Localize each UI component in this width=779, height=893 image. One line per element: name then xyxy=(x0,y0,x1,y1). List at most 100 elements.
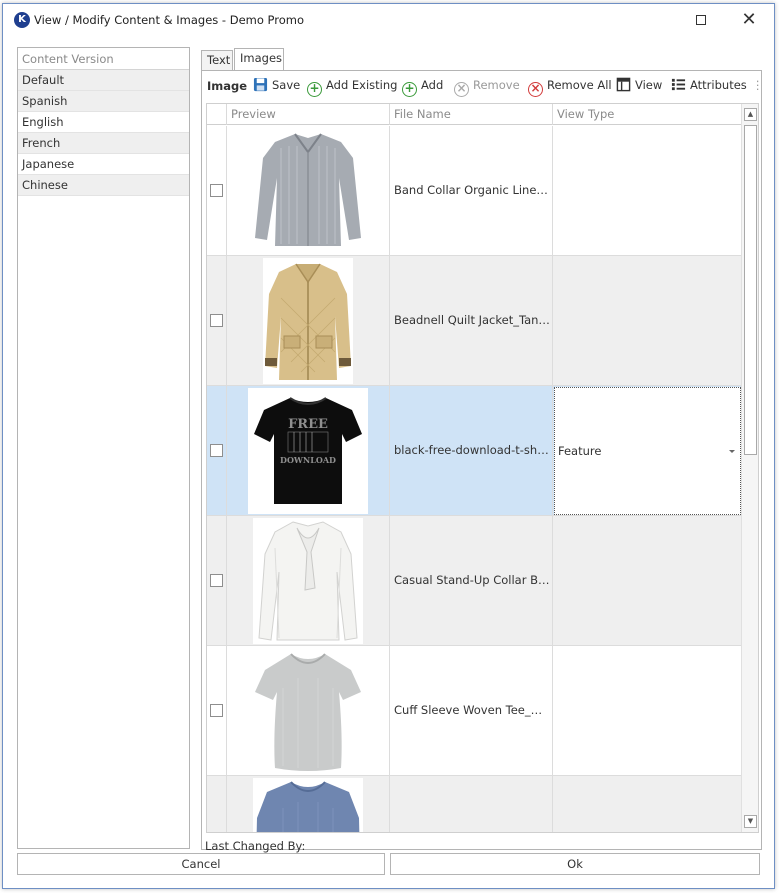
grey-woven-tee-image xyxy=(253,648,363,774)
dialog-window: K View / Modify Content & Images - Demo … xyxy=(2,3,775,889)
tan-quilt-jacket-image xyxy=(263,258,353,384)
column-view-type[interactable]: View Type xyxy=(553,104,742,125)
file-name-text: black-free-download-t-shirts- xyxy=(394,443,550,457)
row-checkbox[interactable] xyxy=(210,184,223,197)
images-grid: Preview File Name View Type Band Collar … xyxy=(206,103,759,833)
grey-linen-blouse-image xyxy=(249,128,367,254)
file-name-cell xyxy=(390,776,553,832)
content-version-item[interactable]: Spanish xyxy=(18,91,189,112)
table-row[interactable]: Beadnell Quilt Jacket_Tan.JPG xyxy=(207,256,742,386)
tshirt-print-free: FREE xyxy=(288,417,328,432)
select-cell xyxy=(207,256,227,386)
add-existing-button[interactable]: + Add Existing xyxy=(307,77,398,97)
table-row[interactable]: Cuff Sleeve Woven Tee_Graphite xyxy=(207,646,742,776)
select-cell xyxy=(207,516,227,646)
add-existing-label: Add Existing xyxy=(326,78,398,92)
list-icon xyxy=(671,78,686,91)
maximize-button[interactable] xyxy=(689,10,713,30)
content-version-item[interactable]: English xyxy=(18,112,189,133)
column-file-name[interactable]: File Name xyxy=(390,104,553,125)
toolbar-overflow-icon[interactable]: ⋮ xyxy=(752,77,764,95)
select-cell xyxy=(207,126,227,256)
toolbar-title: Image xyxy=(207,79,248,93)
view-type-value: Feature xyxy=(558,444,602,458)
remove-all-circle-icon: × xyxy=(528,82,543,97)
file-name-cell: Band Collar Organic Linen Blouse xyxy=(390,126,553,256)
file-name-text: Casual Stand-Up Collar Blouse xyxy=(394,573,550,587)
blue-long-sleeve-tee-image xyxy=(253,778,363,832)
close-button[interactable]: ✕ xyxy=(737,10,761,30)
attributes-button[interactable]: Attributes xyxy=(671,77,747,95)
plus-circle-icon: + xyxy=(307,82,322,97)
view-type-cell[interactable] xyxy=(553,646,742,776)
remove-button[interactable]: × Remove xyxy=(454,77,520,97)
table-row[interactable]: Casual Stand-Up Collar Blouse xyxy=(207,516,742,646)
maximize-icon xyxy=(696,15,706,25)
view-type-dropdown[interactable]: Feature xyxy=(554,387,741,515)
preview-cell xyxy=(227,256,390,386)
table-row-selected[interactable]: FREE DOWNLOAD black-free-download-t-shir… xyxy=(207,386,742,516)
remove-circle-icon: × xyxy=(454,82,469,97)
plus-circle-icon: + xyxy=(402,82,417,97)
app-logo-icon: K xyxy=(14,12,30,28)
column-preview[interactable]: Preview xyxy=(227,104,390,125)
add-label: Add xyxy=(421,78,444,92)
row-checkbox[interactable] xyxy=(210,574,223,587)
remove-all-button[interactable]: × Remove All xyxy=(528,77,612,97)
view-label: View xyxy=(635,78,663,92)
preview-cell xyxy=(227,646,390,776)
content-version-item[interactable]: French xyxy=(18,133,189,154)
row-checkbox[interactable] xyxy=(210,704,223,717)
view-type-cell[interactable] xyxy=(553,126,742,256)
select-cell xyxy=(207,386,227,516)
scrollbar-thumb[interactable] xyxy=(744,125,757,455)
view-type-cell[interactable] xyxy=(553,516,742,646)
remove-label: Remove xyxy=(473,78,520,92)
header-select-cell xyxy=(207,104,227,125)
tshirt-print-download: DOWNLOAD xyxy=(280,455,336,465)
scroll-up-icon[interactable]: ▲ xyxy=(744,108,757,121)
vertical-scrollbar[interactable]: ▲ ▼ xyxy=(741,104,758,832)
grid-header: Preview File Name View Type xyxy=(207,104,758,125)
add-button[interactable]: + Add xyxy=(402,77,444,97)
content-version-header: Content Version xyxy=(18,48,189,70)
content-version-item[interactable]: Default xyxy=(18,70,189,91)
cancel-button[interactable]: Cancel xyxy=(17,853,385,875)
preview-cell: FREE DOWNLOAD xyxy=(227,386,390,516)
tab-images[interactable]: Images xyxy=(234,48,284,71)
tab-text[interactable]: Text xyxy=(201,50,233,70)
view-type-cell[interactable] xyxy=(553,776,742,832)
content-version-item[interactable]: Japanese xyxy=(18,154,189,175)
table-row[interactable]: Band Collar Organic Linen Blouse xyxy=(207,126,742,256)
remove-all-label: Remove All xyxy=(547,78,612,92)
scroll-down-icon[interactable]: ▼ xyxy=(744,815,757,828)
save-label: Save xyxy=(272,78,301,92)
file-name-text: Band Collar Organic Linen Blouse xyxy=(394,183,550,197)
file-name-cell: Cuff Sleeve Woven Tee_Graphite xyxy=(390,646,553,776)
attributes-label: Attributes xyxy=(690,78,747,92)
file-name-cell: Casual Stand-Up Collar Blouse xyxy=(390,516,553,646)
save-icon xyxy=(253,77,268,92)
view-button[interactable]: View xyxy=(616,77,662,95)
preview-cell xyxy=(227,516,390,646)
content-version-item[interactable]: Chinese xyxy=(18,175,189,196)
select-cell xyxy=(207,646,227,776)
ok-button[interactable]: Ok xyxy=(390,853,760,875)
preview-cell xyxy=(227,776,390,832)
table-row[interactable] xyxy=(207,776,742,832)
image-toolbar: Image Save + Add Existing + Add × Remove × R… xyxy=(202,71,764,99)
file-name-text: Cuff Sleeve Woven Tee_Graphite xyxy=(394,703,550,717)
file-name-cell: Beadnell Quilt Jacket_Tan.JPG xyxy=(390,256,553,386)
row-checkbox[interactable] xyxy=(210,444,223,457)
view-type-cell[interactable]: Feature xyxy=(553,386,742,516)
white-bow-blouse-image xyxy=(253,518,363,644)
dropdown-arrow-icon[interactable] xyxy=(729,450,735,453)
view-type-cell[interactable] xyxy=(553,256,742,386)
content-version-list: Content Version Default Spanish English … xyxy=(17,47,190,849)
row-checkbox[interactable] xyxy=(210,314,223,327)
save-button[interactable]: Save xyxy=(253,77,300,95)
last-changed-label: Last Changed By: xyxy=(205,839,306,853)
title-bar: K View / Modify Content & Images - Demo … xyxy=(3,4,774,36)
file-name-cell: black-free-download-t-shirts- xyxy=(390,386,553,516)
file-name-text: Beadnell Quilt Jacket_Tan.JPG xyxy=(394,313,550,327)
